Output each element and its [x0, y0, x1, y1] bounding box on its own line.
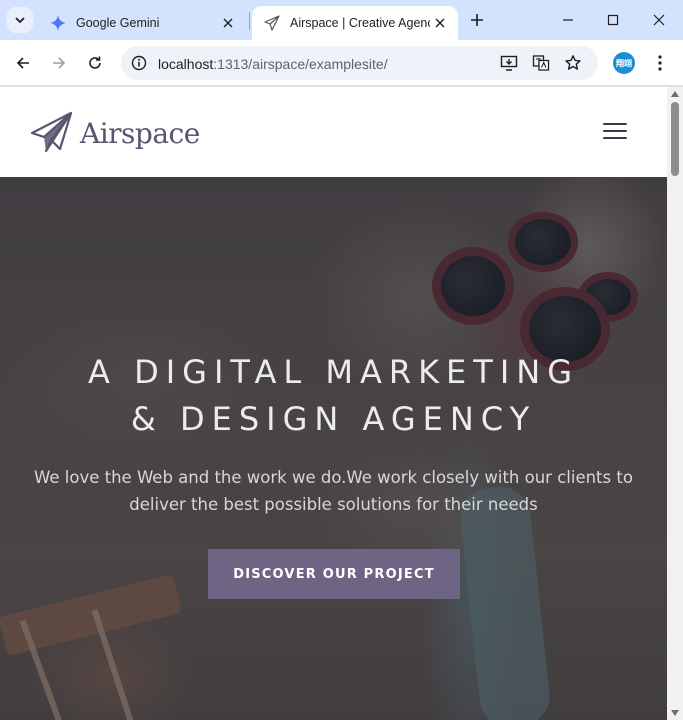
profile-avatar[interactable]: 翔翊	[613, 52, 635, 74]
minimize-icon	[563, 19, 573, 21]
tab-search-button[interactable]	[7, 7, 33, 33]
bookmark-star-icon[interactable]	[563, 53, 583, 73]
reload-icon	[89, 56, 101, 69]
url-path: :1313/airspace/examplesite/	[213, 56, 388, 72]
reload-button[interactable]	[83, 51, 107, 75]
new-tab-button[interactable]	[466, 9, 488, 31]
hero-title-line-2: & DESIGN AGENCY	[130, 400, 537, 438]
hamburger-menu-icon[interactable]	[603, 123, 627, 141]
scroll-up-arrow-icon[interactable]	[671, 91, 679, 97]
url-host: localhost	[158, 56, 214, 72]
page-scrollbar[interactable]	[667, 87, 683, 720]
more-menu-button[interactable]	[650, 52, 670, 74]
maximize-button[interactable]	[600, 8, 626, 32]
tab-strip: Google Gemini Airspace | Creative Agency	[0, 0, 683, 40]
site-header: Airspace	[0, 87, 667, 177]
page-viewport: Airspace A DIGITAL MARKETING & DESIGN AG…	[0, 87, 683, 720]
translate-icon[interactable]	[531, 53, 551, 73]
paper-plane-icon	[264, 15, 280, 31]
tab-title: Airspace | Creative Agency	[290, 16, 430, 30]
back-button[interactable]	[11, 51, 35, 75]
arrow-left-icon	[16, 57, 29, 69]
close-icon	[653, 14, 665, 26]
gemini-icon	[50, 15, 66, 31]
close-tab-icon[interactable]	[220, 15, 236, 31]
minimize-button[interactable]	[555, 8, 581, 32]
hero-subtitle: We love the Web and the work we do.We wo…	[34, 468, 633, 514]
tab-title: Google Gemini	[76, 16, 160, 30]
kebab-menu-icon	[658, 55, 662, 71]
url-text[interactable]: localhost:1313/airspace/examplesite/	[158, 56, 388, 72]
plus-icon	[471, 14, 483, 26]
chevron-down-icon	[15, 17, 25, 24]
arrow-right-icon	[53, 57, 66, 69]
discover-project-button[interactable]: DISCOVER OUR PROJECT	[208, 549, 460, 599]
paper-plane-logo-icon	[30, 111, 73, 153]
scrollbar-thumb[interactable]	[671, 102, 679, 176]
tab-airspace[interactable]: Airspace | Creative Agency	[252, 6, 458, 40]
site-logo[interactable]: Airspace	[30, 111, 200, 155]
address-bar[interactable]: localhost:1313/airspace/examplesite/	[121, 46, 598, 80]
tab-google-gemini[interactable]: Google Gemini	[40, 6, 246, 40]
hero-content: A DIGITAL MARKETING & DESIGN AGENCY We l…	[0, 177, 667, 720]
tab-separator	[249, 12, 250, 30]
browser-toolbar: localhost:1313/airspace/examplesite/ 翔翊	[0, 40, 683, 86]
scroll-down-arrow-icon[interactable]	[671, 710, 679, 716]
close-window-button[interactable]	[646, 8, 672, 32]
info-icon[interactable]	[131, 55, 147, 71]
close-tab-icon[interactable]	[432, 15, 448, 31]
install-app-icon[interactable]	[499, 53, 519, 73]
maximize-icon	[607, 14, 619, 26]
logo-text: Airspace	[80, 116, 200, 150]
forward-button[interactable]	[47, 51, 71, 75]
hero-title: A DIGITAL MARKETING & DESIGN AGENCY	[0, 349, 667, 443]
hero-title-line-1: A DIGITAL MARKETING	[88, 353, 579, 391]
hero-section: A DIGITAL MARKETING & DESIGN AGENCY We l…	[0, 177, 667, 720]
